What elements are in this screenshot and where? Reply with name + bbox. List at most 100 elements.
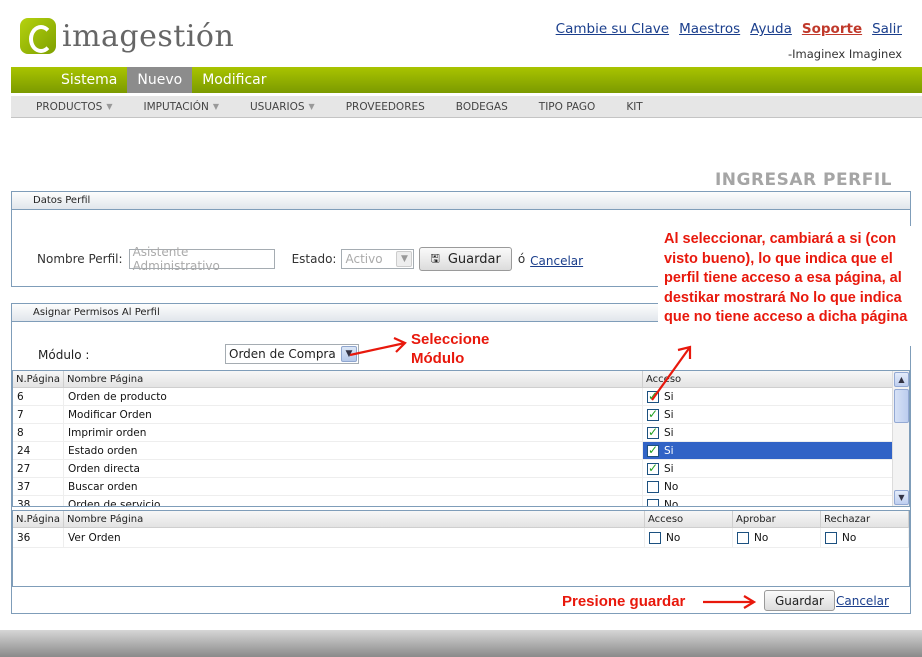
table-row[interactable]: 36 Ver Orden No No No (13, 528, 909, 548)
aprobar-checkbox[interactable] (737, 531, 749, 544)
support-link[interactable]: Soporte (802, 21, 862, 37)
submenu-item-bodegas[interactable]: BODEGAS (456, 101, 508, 113)
cell-npagina: 37 (13, 478, 64, 495)
cell-acceso: Si (643, 424, 893, 441)
acceso-checkbox[interactable] (647, 443, 659, 457)
cell-nombre-pagina: Imprimir orden (64, 424, 643, 441)
annotation-nota-acceso: Al seleccionar, cambiará a si (con visto… (664, 231, 908, 326)
submenu-item-productos[interactable]: PRODUCTOS ▼ (36, 101, 113, 113)
chevron-down-icon: ▼ (396, 251, 413, 267)
nombre-perfil-label: Nombre Perfil: (37, 252, 123, 266)
col-acceso: Acceso (643, 371, 893, 387)
cell-nombre-pagina: Orden de producto (64, 388, 643, 405)
grid-header: N.Página Nombre Página Acceso Aprobar Re… (13, 511, 909, 528)
table-row[interactable]: 27Orden directaSi (13, 460, 893, 478)
cell-npagina: 27 (13, 460, 64, 477)
cell-nombre-pagina: Ver Orden (64, 528, 645, 547)
help-link[interactable]: Ayuda (750, 21, 792, 37)
cell-npagina: 8 (13, 424, 64, 441)
annotation-seleccione-modulo: Seleccione Módulo (411, 331, 490, 367)
submenu-item-usuarios[interactable]: USUARIOS ▼ (250, 101, 315, 113)
nombre-perfil-input[interactable]: Asistente Administrativo (128, 245, 275, 273)
username: -Imaginex Imaginex (787, 47, 902, 61)
app-logo: imagestión (20, 18, 234, 54)
submenu-item-imputacion[interactable]: IMPUTACIÓN ▼ (144, 101, 219, 113)
cell-aprobar: No (733, 528, 821, 547)
acceso-checkbox[interactable] (647, 389, 659, 403)
main-menu: Sistema Nuevo Modificar (11, 67, 922, 93)
cell-acceso: Si (643, 442, 893, 459)
col-npagina: N.Página (13, 371, 64, 387)
acceso-checkbox[interactable] (647, 480, 659, 493)
estado-label: Estado: (291, 252, 337, 266)
cell-npagina: 36 (13, 528, 64, 547)
estado-select[interactable]: Activo ▼ (341, 249, 415, 269)
cell-npagina: 24 (13, 442, 64, 459)
acceso-checkbox[interactable] (649, 531, 661, 544)
cancelar-perfil-link[interactable]: Cancelar (530, 254, 583, 268)
table-row[interactable]: 7Modificar OrdenSi (13, 406, 893, 424)
modulo-select[interactable]: Orden de Compra ▼ (225, 344, 359, 364)
scroll-down-icon[interactable]: ▼ (894, 490, 909, 505)
grid-body: 6Orden de productoSi7Modificar OrdenSi8I… (13, 388, 909, 506)
col-aprobar: Aprobar (733, 511, 821, 527)
chevron-down-icon: ▼ (106, 102, 113, 111)
panel-header: Datos Perfil (12, 192, 910, 210)
chevron-down-icon: ▼ (341, 346, 357, 362)
submenu-item-proveedores[interactable]: PROVEEDORES (346, 101, 425, 113)
sub-menu: PRODUCTOS ▼ IMPUTACIÓN ▼ USUARIOS ▼ PROVEED… (11, 96, 922, 118)
cell-rechazar: No (821, 528, 909, 547)
cell-acceso: No (643, 496, 893, 506)
table-row[interactable]: 37 Buscar orden No (13, 478, 893, 496)
menu-item-sistema[interactable]: Sistema (51, 67, 127, 93)
logo-text: imagestión (62, 18, 235, 54)
cancelar-permisos-link[interactable]: Cancelar (836, 594, 889, 608)
chevron-down-icon: ▼ (308, 102, 315, 111)
cell-nombre-pagina: Orden de servicio (64, 496, 643, 506)
cell-npagina: 38 (13, 496, 64, 506)
logout-link[interactable]: Salir (872, 21, 902, 37)
footer-bar (0, 630, 922, 657)
acceso-checkbox[interactable] (647, 498, 659, 506)
cell-nombre-pagina: Buscar orden (64, 478, 643, 495)
modulo-label: Módulo : (38, 348, 90, 362)
cell-acceso: Si (643, 388, 893, 405)
menu-item-modificar[interactable]: Modificar (192, 67, 276, 93)
cell-acceso: Si (643, 460, 893, 477)
cell-nombre-pagina: Orden directa (64, 460, 643, 477)
menu-item-nuevo[interactable]: Nuevo (127, 67, 193, 93)
cell-nombre-pagina: Modificar Orden (64, 406, 643, 423)
acceso-checkbox[interactable] (647, 407, 659, 421)
submenu-item-tipo-pago[interactable]: TIPO PAGO (539, 101, 596, 113)
rechazar-checkbox[interactable] (825, 531, 837, 544)
cell-acceso: No (645, 528, 733, 547)
cell-npagina: 6 (13, 388, 64, 405)
cell-npagina: 7 (13, 406, 64, 423)
scroll-thumb[interactable] (894, 389, 909, 423)
submenu-item-kit[interactable]: KIT (626, 101, 642, 113)
col-npagina: N.Página (13, 511, 64, 527)
guardar-perfil-button[interactable]: 🖫 Guardar (419, 247, 512, 271)
logo-icon (20, 18, 56, 54)
paginas-aprobacion-grid: N.Página Nombre Página Acceso Aprobar Re… (12, 510, 910, 587)
guardar-permisos-button[interactable]: Guardar (764, 590, 835, 611)
paginas-grid: N.Página Nombre Página Acceso 6 Orden de … (12, 370, 910, 507)
cell-nombre-pagina: Estado orden (64, 442, 643, 459)
acceso-checkbox[interactable] (647, 461, 659, 475)
top-links: Cambie su Clave Maestros Ayuda Soporte S… (556, 21, 902, 37)
page-title: INGRESAR PERFIL (714, 170, 892, 190)
save-icon: 🖫 (430, 251, 440, 265)
table-row[interactable]: 6Orden de productoSi (13, 388, 893, 406)
scroll-up-icon[interactable]: ▲ (894, 372, 909, 387)
table-row[interactable]: 24Estado ordenSi (13, 442, 893, 460)
table-row[interactable]: 8Imprimir ordenSi (13, 424, 893, 442)
masters-link[interactable]: Maestros (679, 21, 740, 37)
chevron-down-icon: ▼ (212, 102, 219, 111)
acceso-checkbox[interactable] (647, 425, 659, 439)
table-row[interactable]: 38 Orden de servicio No (13, 496, 893, 506)
change-password-link[interactable]: Cambie su Clave (556, 21, 669, 37)
col-nombre-pagina: Nombre Página (64, 511, 645, 527)
grid-scrollbar[interactable]: ▲ ▼ (892, 371, 909, 506)
col-nombre-pagina: Nombre Página (64, 371, 643, 387)
cell-acceso: No (643, 478, 893, 495)
